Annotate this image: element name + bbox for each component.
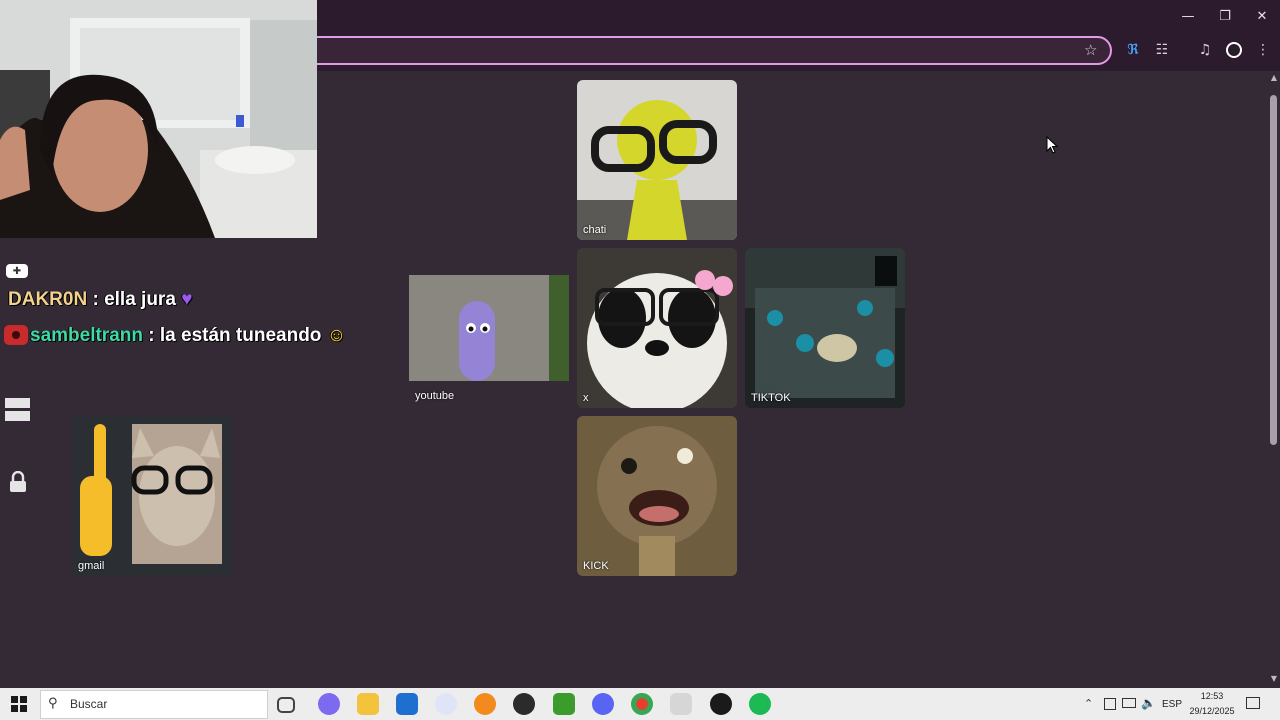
minecraft-icon[interactable] — [553, 693, 575, 715]
obs-icon[interactable] — [513, 693, 535, 715]
profile-icon[interactable] — [1223, 40, 1245, 60]
tile-gmail[interactable]: gmail — [72, 416, 232, 576]
tile-label: KICK — [583, 560, 609, 572]
roblox-icon[interactable] — [710, 693, 732, 715]
chat-separator: : — [142, 325, 160, 346]
minimize-icon[interactable]: — — [1170, 0, 1206, 33]
menu-icon[interactable]: ⋮ — [1252, 40, 1274, 60]
search-icon: ⚲ — [48, 696, 58, 711]
scroll-up-icon[interactable]: ▲ — [1268, 73, 1280, 85]
widget-icon[interactable] — [5, 398, 30, 422]
clock-time[interactable]: 12:53 — [1196, 691, 1228, 701]
chat-message: sambeltrann : la están tuneando ☺ — [30, 325, 346, 347]
chat-text: ella jura — [104, 289, 176, 310]
scroll-down-icon[interactable]: ▼ — [1268, 674, 1280, 686]
volume-icon[interactable]: 🔈 — [1141, 696, 1156, 710]
tile-tiktok[interactable]: TIKTOK — [745, 248, 905, 408]
tile-x[interactable]: x — [577, 248, 737, 408]
chat-text: la están tuneando — [159, 325, 322, 346]
webcam-overlay — [0, 0, 317, 238]
tile-label: TIKTOK — [751, 392, 791, 404]
chat-username: sambeltrann — [30, 325, 143, 346]
star-icon[interactable]: ☆ — [1084, 41, 1097, 59]
notifications-icon[interactable] — [1246, 697, 1260, 709]
file-explorer-icon[interactable] — [357, 693, 379, 715]
task-view-icon[interactable] — [277, 697, 295, 713]
badge-icon — [4, 325, 28, 345]
chat-username: DAKR0N — [8, 289, 88, 310]
word-icon[interactable] — [435, 693, 457, 715]
tile-youtube[interactable]: youtube — [409, 246, 569, 406]
chrome-profile-icon[interactable] — [670, 693, 692, 715]
language-indicator[interactable]: ESP — [1162, 699, 1182, 710]
close-icon[interactable]: ✕ — [1244, 0, 1280, 33]
tile-label: x — [583, 392, 589, 404]
battery-icon[interactable] — [1104, 698, 1116, 710]
scrollbar-thumb[interactable] — [1270, 95, 1277, 445]
clock-date[interactable]: 29/12/2025 — [1186, 706, 1238, 716]
network-icon[interactable] — [1122, 698, 1136, 708]
translate-extension-icon[interactable]: ℜ — [1122, 40, 1144, 60]
discord-icon[interactable] — [592, 693, 614, 715]
tile-label: gmail — [78, 560, 105, 572]
mouse-cursor-icon — [1046, 135, 1059, 159]
media-control-icon[interactable]: ♫ — [1194, 40, 1216, 60]
emoji-icon: ☺ — [326, 325, 347, 346]
restore-icon[interactable]: ❐ — [1207, 0, 1243, 33]
app-icon[interactable] — [474, 693, 496, 715]
tile-label: youtube — [415, 390, 455, 402]
chat-message: DAKR0N : ella jura ♥ — [8, 289, 192, 311]
copilot-icon[interactable] — [318, 693, 340, 715]
extensions-icon[interactable]: ☷ — [1151, 40, 1173, 60]
show-hidden-icons-icon[interactable]: ⌃ — [1084, 697, 1093, 710]
chrome-icon[interactable] — [631, 693, 653, 715]
lock-icon[interactable] — [8, 470, 28, 494]
game-controller-icon: ✚ — [6, 264, 28, 278]
tile-chati[interactable]: chati — [577, 80, 737, 240]
tile-kick[interactable]: KICK — [577, 416, 737, 576]
windows-start-icon[interactable] — [0, 688, 38, 720]
tile-label: chati — [583, 224, 607, 236]
chat-separator: : — [87, 289, 105, 310]
purple-heart-icon: ♥ — [181, 289, 193, 310]
spotify-icon[interactable] — [749, 693, 771, 715]
microsoft-store-icon[interactable] — [396, 693, 418, 715]
address-bar[interactable] — [300, 36, 1112, 65]
taskbar-search-label: Buscar — [70, 697, 108, 711]
